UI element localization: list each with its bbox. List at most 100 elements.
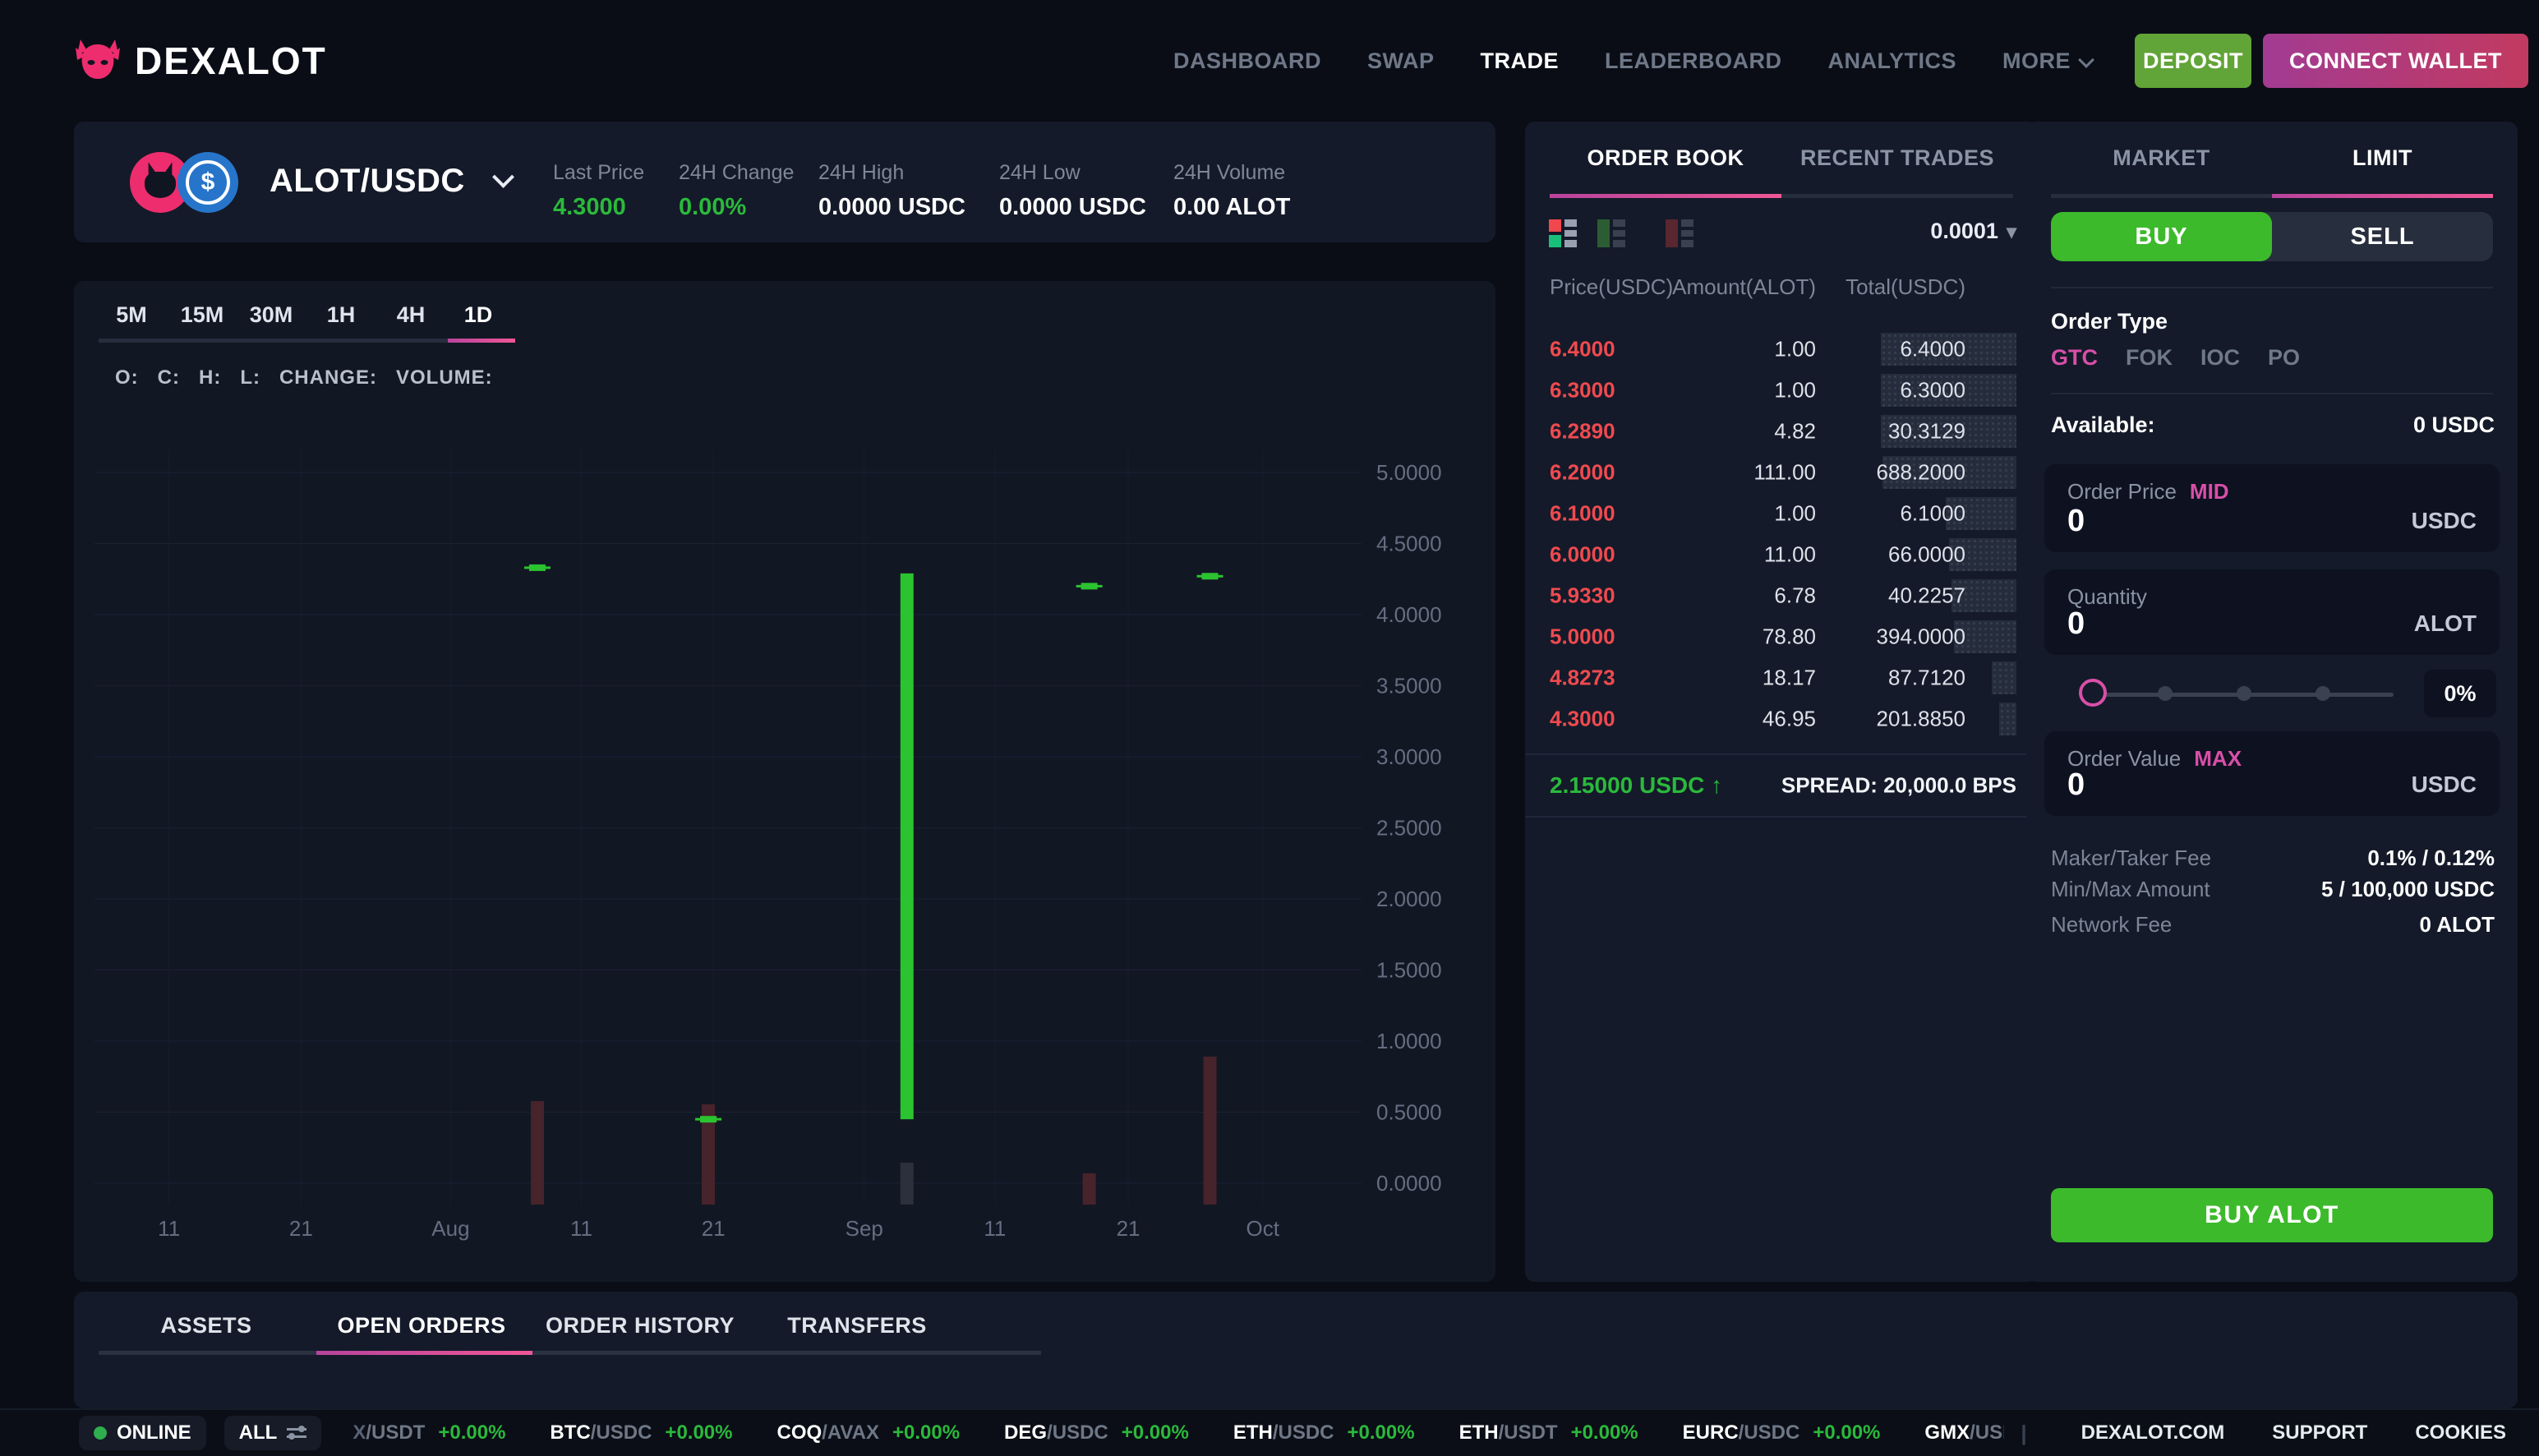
order-value-unit: USDC (2412, 772, 2477, 798)
sell-tab[interactable]: SELL (2272, 212, 2493, 261)
ticker-change: +0.00% (1122, 1421, 1189, 1444)
column-header-price: Price(USDC) (1550, 274, 1673, 300)
order-value-input[interactable]: 0 (2067, 767, 2085, 803)
book-view-both-icon[interactable] (1549, 219, 1578, 247)
ticker-gmx-usdc[interactable]: GMX/USDC+0.00% (1924, 1421, 2004, 1444)
tab-order-history[interactable]: ORDER HISTORY (546, 1313, 735, 1339)
ask-row[interactable]: 6.40001.006.4000 (1525, 329, 2038, 370)
ask-amount: 111.00 (1753, 460, 1816, 486)
fee-row-maker-taker-fee: Maker/Taker Fee0.1% / 0.12% (2051, 843, 2495, 873)
order-type-options: GTC FOK IOC PO (2051, 345, 2300, 371)
order-type-ioc[interactable]: IOC (2200, 345, 2240, 371)
tab-limit[interactable]: LIMIT (2272, 122, 2493, 194)
nav-item-more[interactable]: MORE (2002, 48, 2092, 74)
ticker-change: +0.00% (1813, 1421, 1880, 1444)
divider (2051, 287, 2493, 288)
nav-item-swap[interactable]: SWAP (1367, 48, 1435, 74)
slider-step-50[interactable] (2237, 686, 2251, 701)
svg-text:21: 21 (289, 1216, 313, 1241)
ask-price: 6.4000 (1550, 337, 1615, 362)
deposit-button[interactable]: DEPOSIT (2135, 34, 2251, 88)
slider-step-25[interactable] (2158, 686, 2173, 701)
fee-label: Min/Max Amount (2051, 877, 2210, 902)
quantity-input[interactable]: 0 (2067, 606, 2085, 642)
ticker-filter-pill[interactable]: ALL (224, 1416, 322, 1450)
ticker-eth-usdt[interactable]: ETH/USDT+0.00% (1459, 1421, 1638, 1444)
footer-link-cookies[interactable]: COOKIES (2415, 1421, 2506, 1444)
svg-text:3.0000: 3.0000 (1376, 744, 1442, 769)
max-value-button[interactable]: MAX (2194, 746, 2242, 771)
ticker-eurc-usdc[interactable]: EURC/USDC+0.00% (1683, 1421, 1881, 1444)
ask-row[interactable]: 4.300046.95201.8850 (1525, 698, 2038, 740)
ask-amount: 1.00 (1774, 337, 1816, 362)
footer-link-dexalot-com[interactable]: DEXALOT.COM (2081, 1421, 2225, 1444)
ask-row[interactable]: 5.000078.80394.0000 (1525, 616, 2038, 657)
ticker-coq-avax[interactable]: COQ/AVAX+0.00% (777, 1421, 961, 1444)
quantity-unit: ALOT (2414, 611, 2477, 637)
pair-selector[interactable]: ALOT/USDC (270, 163, 511, 200)
order-value-field[interactable]: Order ValueMAX 0 USDC (2044, 731, 2500, 816)
order-type-fok[interactable]: FOK (2126, 345, 2173, 371)
precision-dropdown[interactable]: 0.0001▾ (1930, 219, 2016, 244)
tab-transfers[interactable]: TRANSFERS (787, 1313, 927, 1339)
chart-canvas[interactable]: 5.00004.50004.00003.50003.00002.50002.00… (74, 281, 1495, 1282)
tab-open-orders[interactable]: OPEN ORDERS (337, 1313, 505, 1339)
ask-row[interactable]: 6.000011.0066.0000 (1525, 534, 2038, 575)
ticker-btc-usdc[interactable]: BTC/USDC+0.00% (550, 1421, 732, 1444)
candlestick-chart: 5.00004.50004.00003.50003.00002.50002.00… (74, 281, 1495, 1282)
ticker-deg-usdc[interactable]: DEG/USDC+0.00% (1004, 1421, 1189, 1444)
tab-recent-trades[interactable]: RECENT TRADES (1781, 122, 2013, 194)
ask-row[interactable]: 4.827318.1787.7120 (1525, 657, 2038, 698)
ticker-eth-usdc[interactable]: ETH/USDC+0.00% (1233, 1421, 1415, 1444)
nav-item-leaderboard[interactable]: LEADERBOARD (1605, 48, 1782, 74)
mid-price-button[interactable]: MID (2190, 479, 2229, 504)
chevron-down-icon (2078, 52, 2094, 68)
last-trade-price: 2.15000 USDC ↑ (1550, 772, 1722, 799)
tab-order-book[interactable]: ORDER BOOK (1550, 122, 1781, 194)
ask-price: 5.9330 (1550, 583, 1615, 609)
ask-total: 394.0000 (1877, 624, 1965, 650)
stat-value: 0.0000 USDC (999, 194, 1146, 221)
ticker-base: DEG (1004, 1421, 1047, 1444)
book-view-bids-icon[interactable] (1597, 219, 1627, 247)
book-view-asks-icon[interactable] (1666, 219, 1695, 247)
order-type-po[interactable]: PO (2268, 345, 2300, 371)
ask-price: 6.2890 (1550, 419, 1615, 445)
tab-market[interactable]: MARKET (2051, 122, 2272, 194)
pair-name: ALOT/USDC (270, 163, 465, 199)
order-price-input[interactable]: 0 (2067, 504, 2085, 539)
footer-bar: ONLINE ALL X/USDT+0.00% BTC/USDC+0.00% COQ… (0, 1408, 2539, 1456)
ask-row[interactable]: 6.10001.006.1000 (1525, 493, 2038, 534)
stat-label: 24H Volume (1173, 161, 1285, 185)
order-type-gtc[interactable]: GTC (2051, 345, 2098, 371)
ask-amount: 4.82 (1774, 419, 1816, 445)
buy-tab[interactable]: BUY (2051, 212, 2272, 261)
ask-row[interactable]: 5.93306.7840.2257 (1525, 575, 2038, 616)
svg-text:21: 21 (1117, 1216, 1140, 1241)
status-pill[interactable]: ONLINE (79, 1416, 206, 1450)
nav-item-analytics[interactable]: ANALYTICS (1827, 48, 1956, 74)
ticker-x-usdt[interactable]: X/USDT+0.00% (353, 1421, 505, 1444)
ask-price: 6.1000 (1550, 501, 1615, 527)
nav-item-trade[interactable]: TRADE (1480, 48, 1559, 74)
tab-assets[interactable]: ASSETS (160, 1313, 251, 1339)
ask-row[interactable]: 6.28904.8230.3129 (1525, 411, 2038, 452)
quantity-field[interactable]: Quantity 0 ALOT (2044, 569, 2500, 655)
ask-price: 4.8273 (1550, 666, 1615, 691)
ask-row[interactable]: 6.30001.006.3000 (1525, 370, 2038, 411)
buy-alot-button[interactable]: BUY ALOT (2051, 1188, 2493, 1242)
quantity-slider-knob[interactable] (2079, 679, 2107, 707)
ticker-quote: /USDT (366, 1421, 425, 1444)
order-price-unit: USDC (2412, 508, 2477, 534)
connect-wallet-button[interactable]: CONNECT WALLET (2263, 34, 2528, 88)
ask-amount: 78.80 (1763, 624, 1816, 650)
nav-item-dashboard[interactable]: DASHBOARD (1173, 48, 1321, 74)
ask-row[interactable]: 6.2000111.00688.2000 (1525, 452, 2038, 493)
footer-link-support[interactable]: SUPPORT (2272, 1421, 2367, 1444)
ask-total: 6.1000 (1900, 501, 1965, 527)
order-price-field[interactable]: Order PriceMID 0 USDC (2044, 464, 2500, 552)
slider-step-75[interactable] (2316, 686, 2330, 701)
fee-row-network-fee: Network Fee0 ALOT (2051, 910, 2495, 939)
dexalot-logo[interactable]: DEXALOT (74, 38, 327, 85)
ticker-change: +0.00% (892, 1421, 960, 1444)
